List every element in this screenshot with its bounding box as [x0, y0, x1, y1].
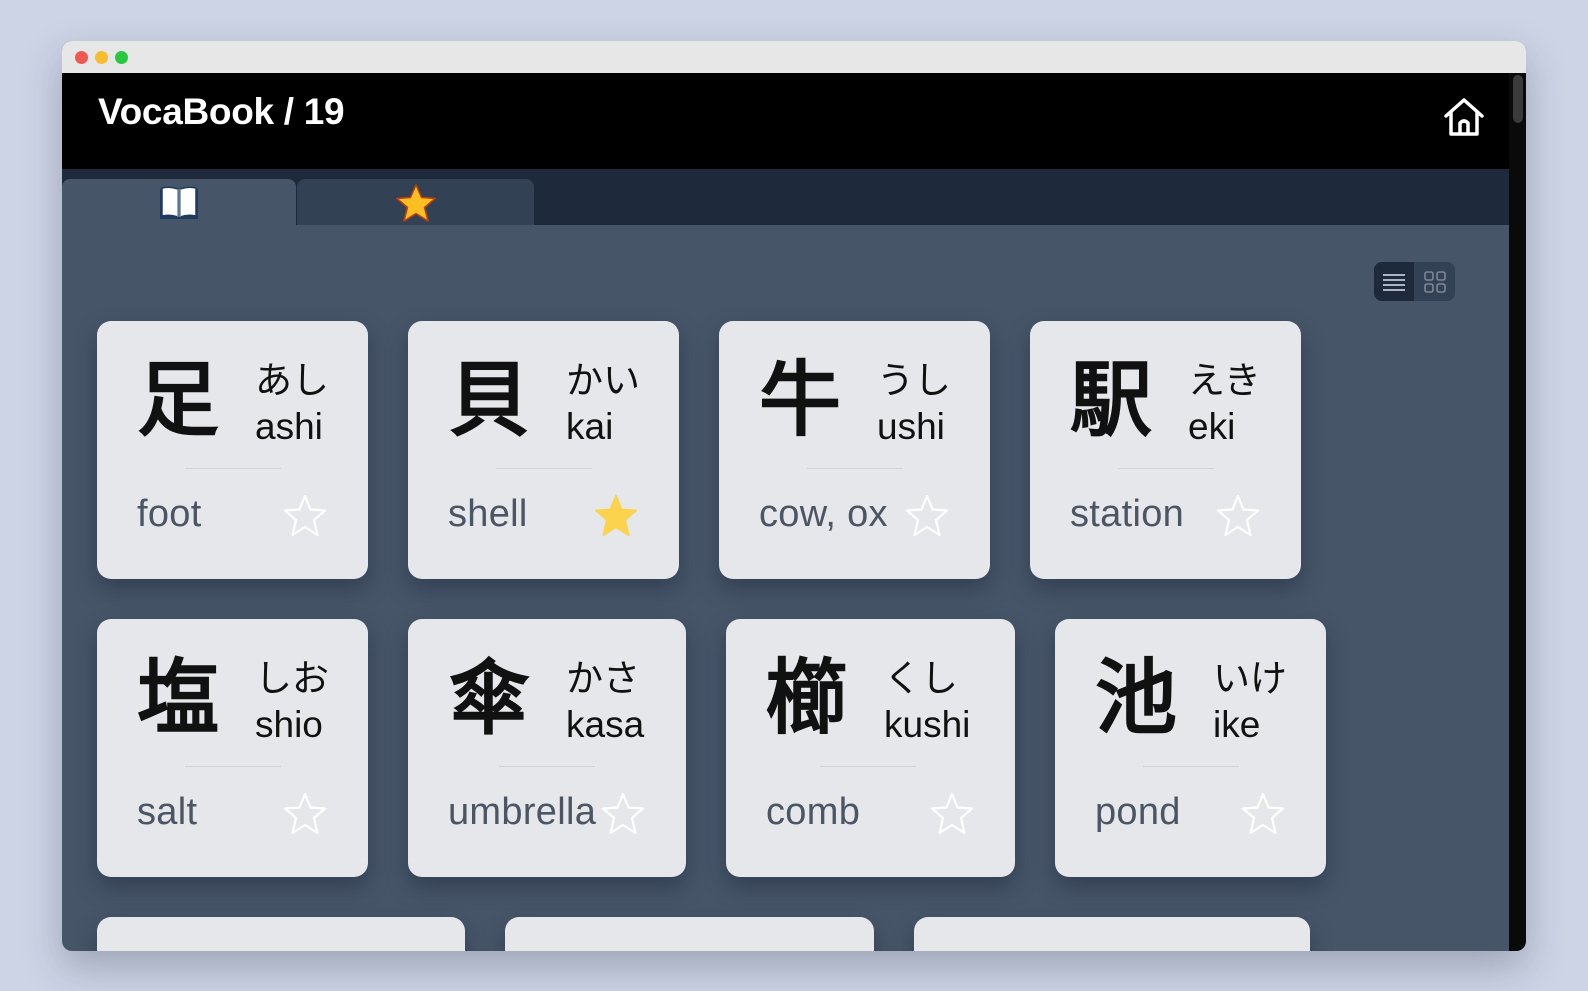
app-title: VocaBook / 19 [98, 91, 345, 132]
home-button[interactable] [1440, 93, 1488, 141]
card-romaji: eki [1188, 406, 1236, 447]
card-kana: くし [884, 657, 958, 700]
card-divider [1118, 468, 1214, 469]
home-icon [1444, 98, 1484, 136]
card-romaji: shio [255, 704, 323, 745]
card-kanji: 池 [1095, 651, 1178, 746]
card-meaning: shell [448, 493, 528, 535]
card-kanji: 櫛 [766, 651, 849, 746]
favorite-star-icon[interactable] [929, 791, 975, 837]
favorite-star-icon[interactable] [593, 493, 639, 539]
card-meaning: cow, ox [759, 493, 888, 535]
card-meaning: salt [137, 791, 198, 833]
favorite-star-icon[interactable] [282, 791, 328, 837]
card-meaning: foot [137, 493, 202, 535]
vocab-card[interactable]: 傘 かさ kasa umbrella [408, 619, 686, 877]
card-kana: うし [877, 359, 951, 402]
tab-favorites[interactable] [297, 179, 534, 225]
card-kanji: 貝 [448, 353, 531, 448]
favorite-star-icon[interactable] [1240, 791, 1286, 837]
card-divider [1143, 766, 1239, 767]
list-view-icon [1383, 273, 1405, 291]
card-divider [496, 468, 592, 469]
maximize-window-button[interactable] [115, 51, 128, 64]
vocab-card[interactable]: 足 あし ashi foot [97, 321, 368, 579]
favorite-star-icon[interactable] [600, 791, 646, 837]
list-view-button[interactable] [1374, 262, 1414, 301]
app-header: VocaBook / 19 [62, 73, 1509, 169]
card-romaji: kai [566, 406, 614, 447]
card-kana: いけ [1213, 657, 1287, 700]
star-icon [395, 184, 436, 222]
tab-bar [62, 169, 1509, 225]
favorite-star-icon[interactable] [1215, 493, 1261, 539]
card-divider [185, 468, 281, 469]
card-kana: かい [566, 359, 640, 402]
card-divider [499, 766, 595, 767]
card-romaji: ike [1213, 704, 1261, 745]
open-book-icon [160, 186, 198, 219]
scrollbar-thumb[interactable] [1513, 75, 1523, 123]
card-romaji: kushi [884, 704, 971, 745]
card-romaji: kasa [566, 704, 645, 745]
vocab-card[interactable]: 貝 かい kai shell [408, 321, 679, 579]
card-divider [807, 468, 903, 469]
tab-vocabulary[interactable] [62, 179, 296, 225]
vocab-card[interactable] [914, 917, 1310, 951]
card-meaning: comb [766, 791, 861, 833]
minimize-window-button[interactable] [95, 51, 108, 64]
card-kanji: 足 [137, 353, 220, 448]
close-window-button[interactable] [75, 51, 88, 64]
vocab-card[interactable]: 池 いけ ike pond [1055, 619, 1326, 877]
card-kanji: 塩 [137, 651, 220, 746]
card-kana: あし [255, 359, 329, 402]
vocab-card[interactable]: 塩 しお shio salt [97, 619, 368, 877]
card-divider [820, 766, 916, 767]
vertical-scrollbar[interactable] [1509, 73, 1526, 951]
vocab-card[interactable] [505, 917, 874, 951]
card-romaji: ushi [877, 406, 945, 447]
grid-view-button[interactable] [1415, 262, 1455, 301]
card-kana: かさ [566, 657, 640, 700]
card-kanji: 傘 [448, 651, 531, 746]
card-kanji: 牛 [759, 353, 842, 448]
card-kana: えき [1188, 359, 1261, 402]
view-toggle [1374, 262, 1455, 301]
card-meaning: pond [1095, 791, 1181, 833]
card-meaning: umbrella [448, 791, 597, 833]
vocab-card[interactable]: 駅 えき eki station [1030, 321, 1301, 579]
favorite-star-icon[interactable] [282, 493, 328, 539]
card-meaning: station [1070, 493, 1185, 535]
vocab-card[interactable]: 櫛 くし kushi comb [726, 619, 1015, 877]
vocab-card[interactable] [97, 917, 465, 951]
card-romaji: ashi [255, 406, 323, 447]
card-kanji: 駅 [1070, 353, 1153, 448]
favorite-star-icon[interactable] [904, 493, 950, 539]
app-window: VocaBook / 19 足 あし ashi foot 貝 かい kai sh… [62, 41, 1526, 951]
card-kana: しお [255, 657, 329, 700]
vocab-card[interactable]: 牛 うし ushi cow, ox [719, 321, 990, 579]
card-divider [185, 766, 281, 767]
window-titlebar [62, 41, 1526, 73]
grid-view-icon [1424, 270, 1446, 293]
